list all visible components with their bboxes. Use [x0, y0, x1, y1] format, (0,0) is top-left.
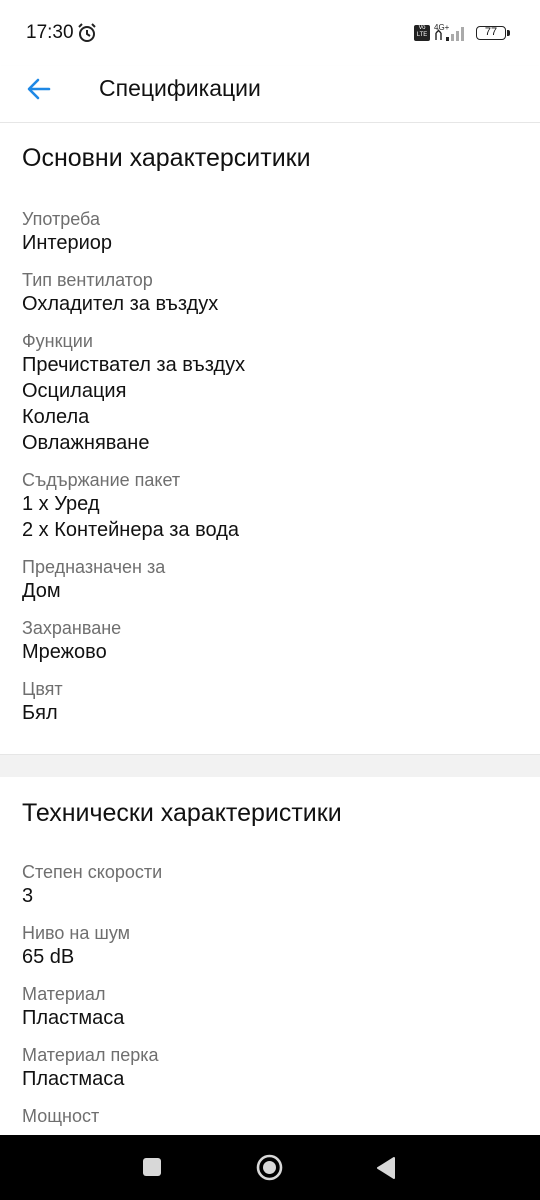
spec-value: Осцилация — [22, 380, 127, 402]
spec-list: Степен скорости 3 Ниво на шум 65 dB Мате… — [22, 861, 522, 1127]
spec-label: Ниво на шум — [22, 923, 130, 943]
spec-item-color: Цвят Бял — [22, 678, 522, 726]
spec-value: 1 x Уред — [22, 493, 100, 515]
spec-item-package-contents: Съдържание пакет 1 x Уред 2 x Контейнера… — [22, 469, 522, 543]
spec-label: Съдържание пакет — [22, 470, 181, 490]
spec-value: Мрежово — [22, 641, 107, 663]
spec-value: Дом — [22, 580, 61, 602]
spec-item-intended-for: Предназначен за Дом — [22, 556, 522, 604]
spec-label: Функции — [22, 331, 93, 351]
spec-value: Овлажняване — [22, 432, 150, 454]
spec-item-fan-type: Тип вентилатор Охладител за въздух — [22, 269, 522, 317]
spec-item-usage: Употреба Интериор — [22, 208, 522, 256]
spec-value: Охладител за въздух — [22, 293, 219, 315]
section-divider — [0, 754, 540, 777]
spec-value: Колела — [22, 406, 90, 428]
home-button[interactable] — [256, 1154, 283, 1181]
spec-value: Бял — [22, 702, 58, 724]
spec-label: Употреба — [22, 209, 100, 229]
spec-value: Интериор — [22, 232, 113, 254]
spec-item-material: Материал Пластмаса — [22, 983, 522, 1031]
app-bar: Спецификации — [0, 66, 540, 123]
spec-item-power: Мощност — [22, 1105, 522, 1127]
network-type-label: 4G+ — [434, 23, 450, 32]
system-navigation-bar — [0, 1135, 540, 1200]
spec-value: 65 dB — [22, 946, 75, 968]
section-title: Технически характеристики — [22, 799, 342, 827]
spec-item-noise-level: Ниво на шум 65 dB — [22, 922, 522, 970]
recent-apps-button[interactable] — [143, 1158, 161, 1176]
spec-label: Захранване — [22, 618, 122, 638]
spec-item-blade-material: Материал перка Пластмаса — [22, 1044, 522, 1092]
system-back-button[interactable] — [376, 1156, 396, 1180]
spec-item-functions: Функции Пречиствател за въздух Осцилация… — [22, 330, 522, 456]
page-title: Спецификации — [99, 75, 261, 101]
back-arrow-icon[interactable] — [24, 74, 54, 104]
spec-value: 3 — [22, 885, 34, 907]
spec-label: Цвят — [22, 679, 63, 699]
spec-item-speed-levels: Степен скорости 3 — [22, 861, 522, 909]
signal-strength-icon: 4G+ — [434, 23, 464, 41]
spec-label: Степен скорости — [22, 862, 163, 882]
basic-characteristics-section: Основни характерситики Употреба Интериор… — [0, 123, 540, 754]
spec-label: Предназначен за — [22, 557, 166, 577]
battery-icon: 77 — [476, 26, 510, 40]
spec-value: Пречиствател за въздух — [22, 354, 246, 376]
spec-list: Употреба Интериор Тип вентилатор Охладит… — [22, 208, 522, 726]
spec-label: Мощност — [22, 1106, 100, 1126]
volte-icon: Vo LTE — [414, 25, 430, 41]
status-time: 17:30 — [26, 22, 74, 43]
section-title: Основни характерситики — [22, 144, 311, 172]
spec-label: Тип вентилатор — [22, 270, 153, 290]
spec-label: Материал — [22, 984, 106, 1004]
spec-item-power-source: Захранване Мрежово — [22, 617, 522, 665]
spec-value: Пластмаса — [22, 1068, 125, 1090]
spec-label: Материал перка — [22, 1045, 159, 1065]
alarm-clock-icon — [78, 23, 96, 42]
status-bar: 17:30 Vo LTE 4G+ 77 — [0, 0, 540, 66]
spec-value: Пластмаса — [22, 1007, 125, 1029]
spec-value: 2 x Контейнера за вода — [22, 519, 239, 541]
technical-characteristics-section: Технически характеристики Степен скорост… — [0, 777, 540, 1135]
